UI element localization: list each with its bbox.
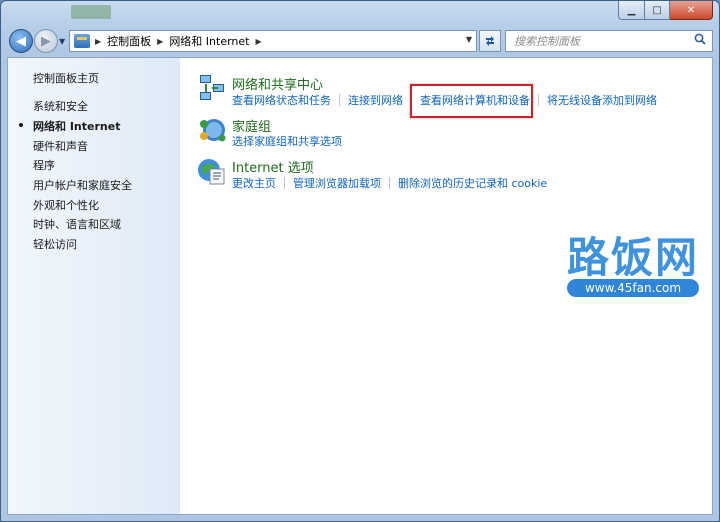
navigation-bar: ◀ ▶ ▼ ▶ 控制面板 ▶ 网络和 Internet ▶ ▼ (1, 27, 719, 55)
site-watermark: 路饭网 www.45fan.com (567, 235, 701, 297)
title-bar-thumbnail (71, 5, 111, 19)
link-homegroup-sharing-options[interactable]: 选择家庭组和共享选项 (232, 133, 342, 149)
maximize-button[interactable]: □ (645, 1, 670, 20)
link-divider (339, 94, 340, 106)
refresh-icon (486, 36, 494, 46)
close-button[interactable]: ✕ (670, 1, 713, 20)
link-change-home-page[interactable]: 更改主页 (232, 175, 276, 191)
category-links-homegroup: 选择家庭组和共享选项 (232, 133, 342, 149)
address-bar[interactable]: ▶ 控制面板 ▶ 网络和 Internet ▶ ▼ (69, 30, 477, 52)
category-links-internet-options: 更改主页 管理浏览器加载项 删除浏览的历史记录和 cookie (232, 175, 547, 191)
network-sharing-icon[interactable] (196, 72, 228, 104)
breadcrumb-control-panel[interactable]: 控制面板 (104, 33, 154, 49)
sidebar-item-home[interactable]: 控制面板主页 (33, 70, 99, 86)
breadcrumb-network-internet[interactable]: 网络和 Internet (166, 33, 252, 49)
link-connect-to-network[interactable]: 连接到网络 (348, 92, 403, 108)
link-view-network-status[interactable]: 查看网络状态和任务 (232, 92, 331, 108)
address-dropdown-icon[interactable]: ▼ (466, 35, 472, 44)
sidebar-item-appearance[interactable]: 外观和个性化 (33, 197, 99, 213)
sidebar-item-hardware-sound[interactable]: 硬件和声音 (33, 138, 88, 154)
sidebar-item-user-accounts[interactable]: 用户帐户和家庭安全 (33, 177, 132, 193)
search-box[interactable] (505, 30, 713, 52)
active-bullet-icon (19, 123, 23, 127)
category-title-network-sharing[interactable]: 网络和共享中心 (232, 74, 323, 93)
sidebar-item-network-internet: 网络和 Internet (33, 120, 121, 133)
search-icon[interactable] (694, 33, 706, 45)
sidebar-item-clock-language[interactable]: 时钟、语言和区域 (33, 216, 121, 232)
sidebar-item-system-security[interactable]: 系统和安全 (33, 98, 88, 114)
control-panel-window: ▁ □ ✕ ◀ ▶ ▼ ▶ 控制面板 ▶ 网络和 Internet ▶ ▼ 搜索… (0, 0, 720, 522)
watermark-logo-text: 路饭网 (567, 233, 700, 282)
internet-options-icon[interactable] (196, 155, 228, 187)
search-input[interactable] (512, 33, 686, 49)
sidebar-item-ease-of-access[interactable]: 轻松访问 (33, 236, 77, 252)
recent-pages-dropdown-icon[interactable]: ▼ (59, 37, 65, 46)
link-manage-addons[interactable]: 管理浏览器加载项 (293, 175, 381, 191)
watermark-url: www.45fan.com (567, 279, 699, 297)
chevron-right-icon[interactable]: ▶ (92, 37, 104, 46)
caption-buttons: ▁ □ ✕ (618, 1, 713, 20)
forward-button[interactable]: ▶ (34, 29, 58, 53)
link-add-wireless-device[interactable]: 将无线设备添加到网络 (547, 92, 657, 108)
link-divider (538, 94, 539, 106)
refresh-button[interactable] (479, 30, 501, 52)
highlight-annotation-box (410, 84, 533, 118)
chevron-right-icon[interactable]: ▶ (253, 37, 265, 46)
back-button[interactable]: ◀ (9, 29, 33, 53)
link-divider (389, 177, 390, 189)
control-panel-icon (74, 34, 90, 48)
sidebar: 控制面板主页 系统和安全 网络和 Internet 硬件和声音 程序 用户帐户和… (8, 58, 181, 514)
sidebar-item-programs[interactable]: 程序 (33, 157, 55, 173)
chevron-right-icon[interactable]: ▶ (154, 37, 166, 46)
minimize-button[interactable]: ▁ (618, 1, 645, 20)
homegroup-icon[interactable] (196, 114, 228, 146)
link-divider (284, 177, 285, 189)
category-title-internet-options[interactable]: Internet 选项 (232, 157, 314, 176)
link-delete-history[interactable]: 删除浏览的历史记录和 cookie (398, 175, 547, 191)
